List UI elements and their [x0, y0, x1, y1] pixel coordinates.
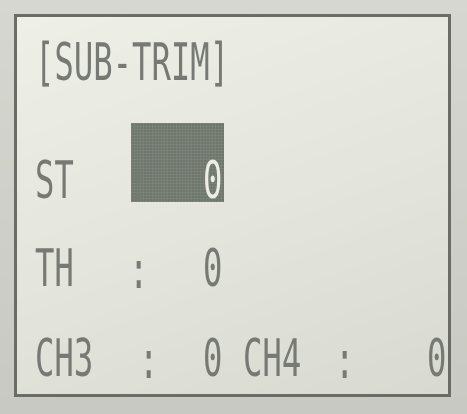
- ch4-colon: :: [335, 331, 355, 391]
- st-label: ST: [35, 151, 74, 211]
- th-colon: :: [129, 241, 149, 301]
- device-frame: [SUB-TRIM] ST : 0 TH : 0 CH3 : 0 CH4 : 0: [0, 0, 467, 414]
- st-value[interactable]: 0: [203, 155, 222, 207]
- ch3-label: CH3: [35, 329, 94, 389]
- ch4-label: CH4: [243, 329, 302, 389]
- st-colon: :: [129, 153, 149, 213]
- lcd-screen: [SUB-TRIM] ST : 0 TH : 0 CH3 : 0 CH4 : 0: [14, 14, 451, 397]
- ch3-value[interactable]: 0: [203, 333, 222, 385]
- ch3-colon: :: [139, 331, 159, 391]
- th-label: TH: [35, 239, 74, 299]
- th-value[interactable]: 0: [203, 243, 222, 295]
- ch4-value[interactable]: 0: [427, 333, 446, 385]
- screen-title: [SUB-TRIM]: [35, 33, 230, 93]
